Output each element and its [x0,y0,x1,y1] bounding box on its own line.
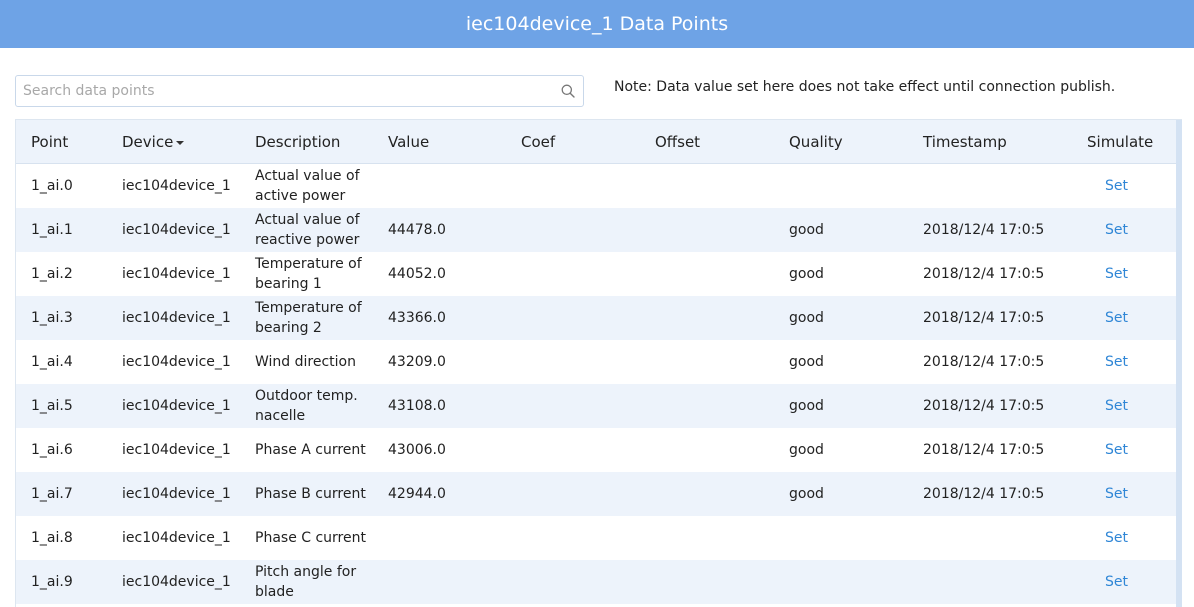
page-title: iec104device_1 Data Points [465,13,729,35]
sort-caret-down-icon[interactable] [176,141,185,145]
cell-point: 1_ai.2 [31,266,73,282]
cell-point: 1_ai.9 [31,574,73,590]
set-link[interactable]: Set [1105,296,1128,340]
column-header-device-label: Device [122,133,174,151]
cell-quality: good [789,442,824,458]
cell-timestamp: 2018/12/4 17:0:5 [923,266,1045,282]
table-row: 1_ai.2 iec104device_1 Temperature of bea… [16,252,1176,296]
set-link[interactable]: Set [1105,252,1128,296]
cell-point: 1_ai.3 [31,310,73,326]
set-link[interactable]: Set [1105,340,1128,384]
cell-device: iec104device_1 [122,442,231,458]
cell-value: 43006.0 [388,442,446,458]
table-row: 1_ai.8 iec104device_1 Phase C current Se… [16,516,1176,560]
cell-device: iec104device_1 [122,398,231,414]
set-link[interactable]: Set [1105,384,1128,428]
column-header-quality: Quality [789,133,843,151]
table-header: Point Device Description Value Coef Offs… [16,120,1176,164]
cell-value: 43108.0 [388,398,446,414]
table-row: 1_ai.1 iec104device_1 Actual value of re… [16,208,1176,252]
cell-point: 1_ai.1 [31,222,73,238]
cell-quality: good [789,354,824,370]
cell-description: Phase B current [255,486,366,502]
table-row: 1_ai.7 iec104device_1 Phase B current 42… [16,472,1176,516]
search-box[interactable] [15,75,584,107]
cell-quality: good [789,266,824,282]
set-link[interactable]: Set [1105,164,1128,208]
cell-description: Actual value of reactive power [255,212,360,248]
column-header-device[interactable]: Device [122,120,185,164]
cell-timestamp: 2018/12/4 17:0:5 [923,222,1045,238]
cell-quality: good [789,222,824,238]
set-link[interactable]: Set [1105,472,1128,516]
set-link[interactable]: Set [1105,208,1128,252]
table-row: 1_ai.9 iec104device_1 Pitch angle for bl… [16,560,1176,604]
column-header-value: Value [388,133,430,151]
cell-value: 42944.0 [388,486,446,502]
set-link[interactable]: Set [1105,560,1128,604]
search-input[interactable] [16,76,553,106]
cell-quality: good [789,486,824,502]
cell-timestamp: 2018/12/4 17:0:5 [923,354,1045,370]
cell-description: Phase A current [255,442,366,458]
page-header: iec104device_1 Data Points [0,0,1194,48]
vertical-scrollbar[interactable] [1176,120,1182,607]
table-row: 1_ai.5 iec104device_1 Outdoor temp. nace… [16,384,1176,428]
cell-point: 1_ai.7 [31,486,73,502]
cell-device: iec104device_1 [122,574,231,590]
cell-description: Wind direction [255,354,356,370]
cell-description: Phase C current [255,530,366,546]
cell-device: iec104device_1 [122,354,231,370]
column-header-coef: Coef [521,133,556,151]
cell-timestamp: 2018/12/4 17:0:5 [923,310,1045,326]
column-header-simulate: Simulate [1087,133,1154,151]
table-row: 1_ai.6 iec104device_1 Phase A current 43… [16,428,1176,472]
table-row: 1_ai.4 iec104device_1 Wind direction 432… [16,340,1176,384]
search-icon[interactable] [553,76,583,106]
cell-point: 1_ai.6 [31,442,73,458]
cell-timestamp: 2018/12/4 17:0:5 [923,486,1045,502]
cell-timestamp: 2018/12/4 17:0:5 [923,398,1045,414]
cell-description: Pitch angle for blade [255,564,357,600]
cell-timestamp: 2018/12/4 17:0:5 [923,442,1045,458]
table-row: 1_ai.0 iec104device_1 Actual value of ac… [16,164,1176,208]
set-link[interactable]: Set [1105,516,1128,560]
column-header-point: Point [31,133,69,151]
cell-device: iec104device_1 [122,222,231,238]
cell-value: 43366.0 [388,310,446,326]
cell-quality: good [789,310,824,326]
cell-device: iec104device_1 [122,178,231,194]
cell-point: 1_ai.0 [31,178,73,194]
cell-device: iec104device_1 [122,310,231,326]
cell-description: Temperature of bearing 2 [255,300,362,336]
cell-value: 44478.0 [388,222,446,238]
publish-note: Note: Data value set here does not take … [614,79,1116,95]
column-header-description: Description [255,133,341,151]
cell-device: iec104device_1 [122,486,231,502]
column-header-offset: Offset [655,133,701,151]
cell-quality: good [789,398,824,414]
cell-description: Outdoor temp. nacelle [255,388,358,424]
cell-point: 1_ai.5 [31,398,73,414]
data-points-table: Point Device Description Value Coef Offs… [15,119,1182,607]
cell-value: 43209.0 [388,354,446,370]
set-link[interactable]: Set [1105,428,1128,472]
cell-point: 1_ai.8 [31,530,73,546]
cell-point: 1_ai.4 [31,354,73,370]
table-row: 1_ai.3 iec104device_1 Temperature of bea… [16,296,1176,340]
cell-device: iec104device_1 [122,266,231,282]
column-header-timestamp: Timestamp [923,133,1007,151]
cell-description: Actual value of active power [255,168,360,204]
cell-device: iec104device_1 [122,530,231,546]
cell-value: 44052.0 [388,266,446,282]
cell-description: Temperature of bearing 1 [255,256,362,292]
